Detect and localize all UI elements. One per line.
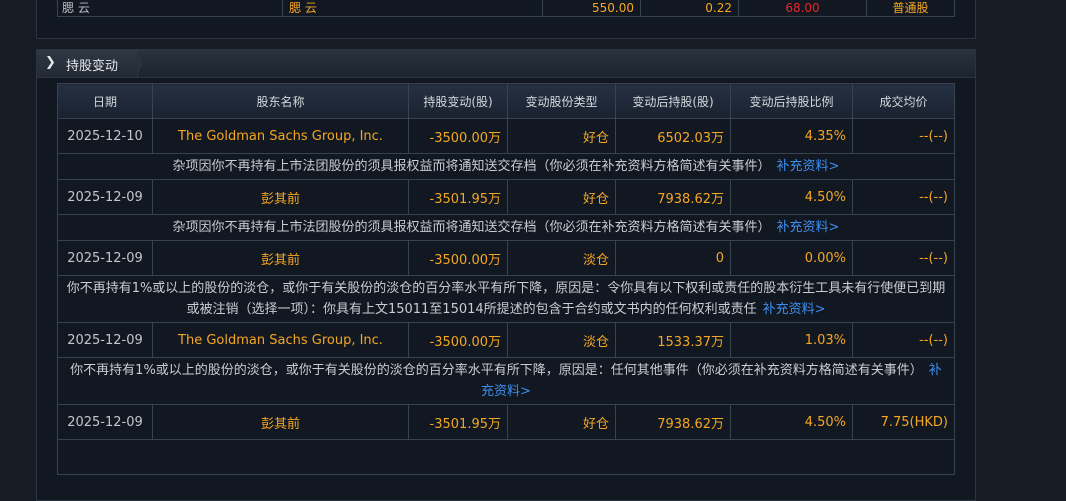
row-holder: 彭其前	[152, 240, 409, 276]
row-after: 7938.62万	[615, 179, 731, 215]
table-note-row: 你不再持有1%或以上的股份的淡仓，或你于有关股份的淡仓的百分率水平有所下降，原因…	[57, 357, 955, 405]
row-type: 淡仓	[507, 322, 616, 358]
shareholding-change-panel: ❯ 持股变动 日期 股东名称 持股变动(股) 变动股份类型 变动后持股(股) 变…	[36, 49, 976, 501]
table-row: 2025-12-09 The Goldman Sachs Group, Inc.…	[57, 322, 955, 358]
row-type: 好仓	[507, 404, 616, 440]
row-change: -3500.00万	[408, 322, 508, 358]
note-text: 杂项因你不再持有上市法团股份的须具报权益而将通知送交存档（你必须在补充资料方格简…	[172, 220, 771, 235]
table-row: 2025-12-09 彭其前 -3500.00万 淡仓 0 0.00% --(-…	[57, 240, 955, 276]
row-price: --(--)	[852, 179, 955, 215]
prev-col5: 68.00	[738, 0, 867, 17]
row-type: 好仓	[507, 179, 616, 215]
previous-panel: 腮 云 腮 云 550.00 0.22 68.00 普通股	[36, 0, 976, 39]
row-holder: The Goldman Sachs Group, Inc.	[152, 118, 409, 154]
row-date: 2025-12-09	[57, 179, 153, 215]
note-cell: 杂项因你不再持有上市法团股份的须具报权益而将通知送交存档（你必须在补充资料方格简…	[57, 214, 955, 241]
supplement-link[interactable]: 补充资料>	[763, 302, 826, 317]
row-date: 2025-12-09	[57, 322, 153, 358]
table-note-row: 你不再持有1%或以上的股份的淡仓，或你于有关股份的淡仓的百分率水平有所下降，原因…	[57, 275, 955, 323]
panel-header: ❯ 持股变动	[37, 50, 975, 78]
prev-col1: 腮 云	[57, 0, 283, 17]
note-text: 杂项因你不再持有上市法团股份的须具报权益而将通知送交存档（你必须在补充资料方格简…	[172, 159, 771, 174]
note-cell: 你不再持有1%或以上的股份的淡仓，或你于有关股份的淡仓的百分率水平有所下降，原因…	[57, 357, 955, 405]
row-date: 2025-12-10	[57, 118, 153, 154]
row-holder: 彭其前	[152, 404, 409, 440]
row-ratio: 4.50%	[730, 179, 853, 215]
col-header-date: 日期	[57, 83, 153, 119]
table-row: 2025-12-09 彭其前 -3501.95万 好仓 7938.62万 4.5…	[57, 404, 955, 440]
prev-col3: 550.00	[542, 0, 641, 17]
row-ratio: 1.03%	[730, 322, 853, 358]
row-price: --(--)	[852, 240, 955, 276]
row-ratio: 0.00%	[730, 240, 853, 276]
row-price: 7.75(HKD)	[852, 404, 955, 440]
row-price: --(--)	[852, 322, 955, 358]
row-type: 好仓	[507, 118, 616, 154]
row-holder: The Goldman Sachs Group, Inc.	[152, 322, 409, 358]
row-date: 2025-12-09	[57, 240, 153, 276]
row-after: 0	[615, 240, 731, 276]
prev-col4: 0.22	[640, 0, 739, 17]
tab-shareholding-change[interactable]: ❯ 持股变动	[37, 50, 138, 77]
previous-table-row: 腮 云 腮 云 550.00 0.22 68.00 普通股	[57, 0, 955, 17]
row-after: 6502.03万	[615, 118, 731, 154]
prev-col6: 普通股	[866, 0, 955, 17]
table-row: 2025-12-09 彭其前 -3501.95万 好仓 7938.62万 4.5…	[57, 179, 955, 215]
supplement-link[interactable]: 补充资料>	[777, 159, 840, 174]
col-header-change: 持股变动(股)	[408, 83, 508, 119]
shareholding-table: 日期 股东名称 持股变动(股) 变动股份类型 变动后持股(股) 变动后持股比例 …	[57, 83, 955, 475]
row-change: -3500.00万	[408, 118, 508, 154]
previous-table: 腮 云 腮 云 550.00 0.22 68.00 普通股	[57, 0, 955, 17]
row-after: 1533.37万	[615, 322, 731, 358]
table-header-row: 日期 股东名称 持股变动(股) 变动股份类型 变动后持股(股) 变动后持股比例 …	[57, 83, 955, 119]
col-header-holder: 股东名称	[152, 83, 409, 119]
row-ratio: 4.35%	[730, 118, 853, 154]
tab-notch	[137, 50, 143, 77]
section-title: 持股变动	[66, 59, 119, 74]
row-change: -3501.95万	[408, 179, 508, 215]
note-cell	[57, 439, 955, 475]
note-cell: 你不再持有1%或以上的股份的淡仓，或你于有关股份的淡仓的百分率水平有所下降，原因…	[57, 275, 955, 323]
row-ratio: 4.50%	[730, 404, 853, 440]
col-header-ratio: 变动后持股比例	[730, 83, 853, 119]
note-text: 你不再持有1%或以上的股份的淡仓，或你于有关股份的淡仓的百分率水平有所下降，原因…	[70, 363, 923, 378]
table-note-row	[57, 439, 955, 475]
prev-col2: 腮 云	[282, 0, 543, 17]
table-note-row: 杂项因你不再持有上市法团股份的须具报权益而将通知送交存档（你必须在补充资料方格简…	[57, 214, 955, 241]
row-change: -3500.00万	[408, 240, 508, 276]
row-price: --(--)	[852, 118, 955, 154]
note-cell: 杂项因你不再持有上市法团股份的须具报权益而将通知送交存档（你必须在补充资料方格简…	[57, 153, 955, 180]
col-header-type: 变动股份类型	[507, 83, 616, 119]
col-header-price: 成交均价	[852, 83, 955, 119]
chevron-right-icon: ❯	[45, 55, 56, 70]
row-after: 7938.62万	[615, 404, 731, 440]
table-note-row: 杂项因你不再持有上市法团股份的须具报权益而将通知送交存档（你必须在补充资料方格简…	[57, 153, 955, 180]
supplement-link[interactable]: 补充资料>	[777, 220, 840, 235]
row-change: -3501.95万	[408, 404, 508, 440]
table-row: 2025-12-10 The Goldman Sachs Group, Inc.…	[57, 118, 955, 154]
row-type: 淡仓	[507, 240, 616, 276]
row-holder: 彭其前	[152, 179, 409, 215]
col-header-after: 变动后持股(股)	[615, 83, 731, 119]
row-date: 2025-12-09	[57, 404, 153, 440]
